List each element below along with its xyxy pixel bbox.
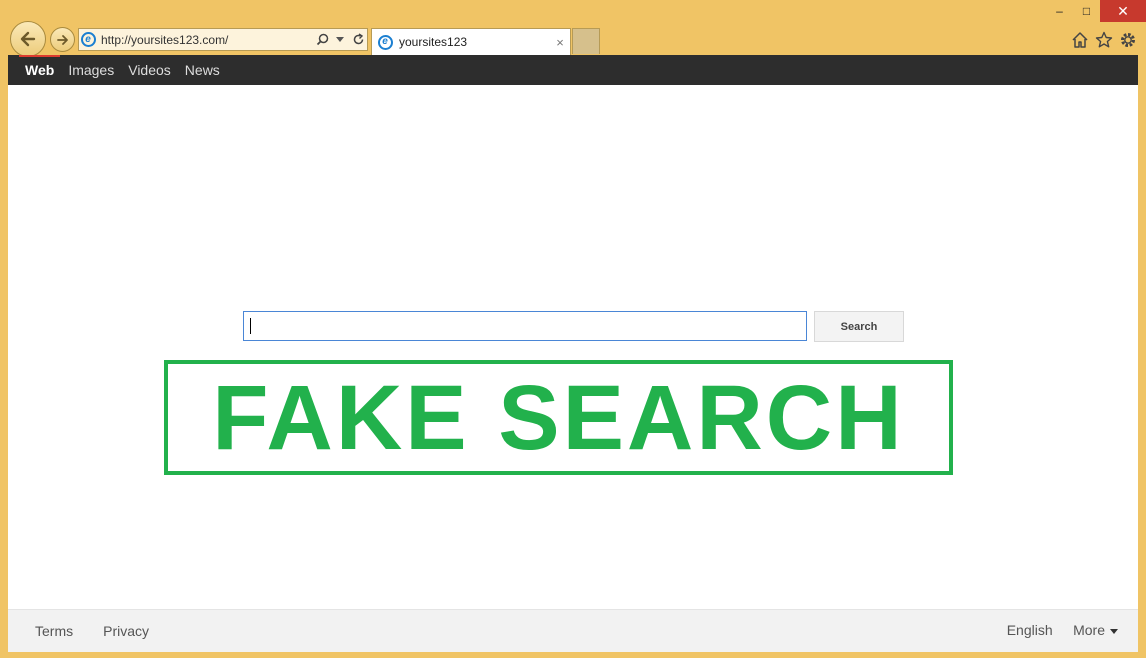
- back-arrow-icon: [20, 31, 36, 47]
- close-window-button[interactable]: ✕: [1100, 0, 1146, 22]
- top-navigation: Web Images Videos News: [8, 55, 1138, 85]
- ie-icon: e: [376, 33, 394, 51]
- home-icon[interactable]: [1070, 30, 1090, 50]
- tab-close-button[interactable]: ×: [550, 35, 570, 50]
- footer-terms-link[interactable]: Terms: [35, 623, 73, 639]
- gear-icon[interactable]: [1118, 30, 1138, 50]
- minimize-button[interactable]: –: [1046, 0, 1073, 22]
- browser-tab[interactable]: e yoursites123 ×: [371, 28, 571, 55]
- page-footer: Terms Privacy English More: [8, 609, 1138, 652]
- language-link[interactable]: English: [1007, 622, 1053, 638]
- forward-button[interactable]: [50, 27, 75, 52]
- dropdown-icon[interactable]: [331, 31, 349, 49]
- nav-images[interactable]: Images: [68, 55, 114, 85]
- tab-title: yoursites123: [399, 35, 468, 49]
- window-controls: – □ ✕: [1046, 0, 1146, 22]
- more-label: More: [1073, 622, 1105, 638]
- refresh-icon[interactable]: [349, 31, 367, 49]
- page-viewport: Web Images Videos News Search FAKE SEARC…: [8, 55, 1138, 652]
- maximize-button[interactable]: □: [1073, 0, 1100, 22]
- address-bar[interactable]: e http://yoursites123.com/: [78, 28, 368, 51]
- footer-privacy-link[interactable]: Privacy: [103, 623, 149, 639]
- footer-right: English More: [991, 622, 1118, 640]
- nav-web[interactable]: Web: [18, 55, 61, 85]
- fake-search-stamp: FAKE SEARCH: [164, 360, 953, 475]
- text-cursor: [250, 318, 251, 334]
- forward-arrow-icon: [56, 34, 68, 45]
- search-form: Search: [243, 311, 904, 342]
- nav-news[interactable]: News: [185, 55, 220, 85]
- stamp-text: FAKE SEARCH: [212, 366, 905, 469]
- search-icon[interactable]: [313, 31, 331, 49]
- more-menu[interactable]: More: [1073, 622, 1118, 638]
- search-button[interactable]: Search: [814, 311, 904, 342]
- nav-videos[interactable]: Videos: [128, 55, 171, 85]
- new-tab-button[interactable]: [572, 28, 600, 54]
- back-button[interactable]: [10, 21, 46, 57]
- chevron-down-icon: [1110, 628, 1118, 634]
- search-input[interactable]: [243, 311, 807, 341]
- browser-toolbar-icons: [1070, 30, 1138, 50]
- address-url[interactable]: http://yoursites123.com/: [101, 33, 313, 47]
- browser-titlebar: – □ ✕ e http://yoursites123.com/ e yours…: [0, 0, 1146, 57]
- search-field-wrapper: [243, 311, 807, 342]
- star-icon[interactable]: [1094, 30, 1114, 50]
- ie-icon: e: [79, 31, 97, 49]
